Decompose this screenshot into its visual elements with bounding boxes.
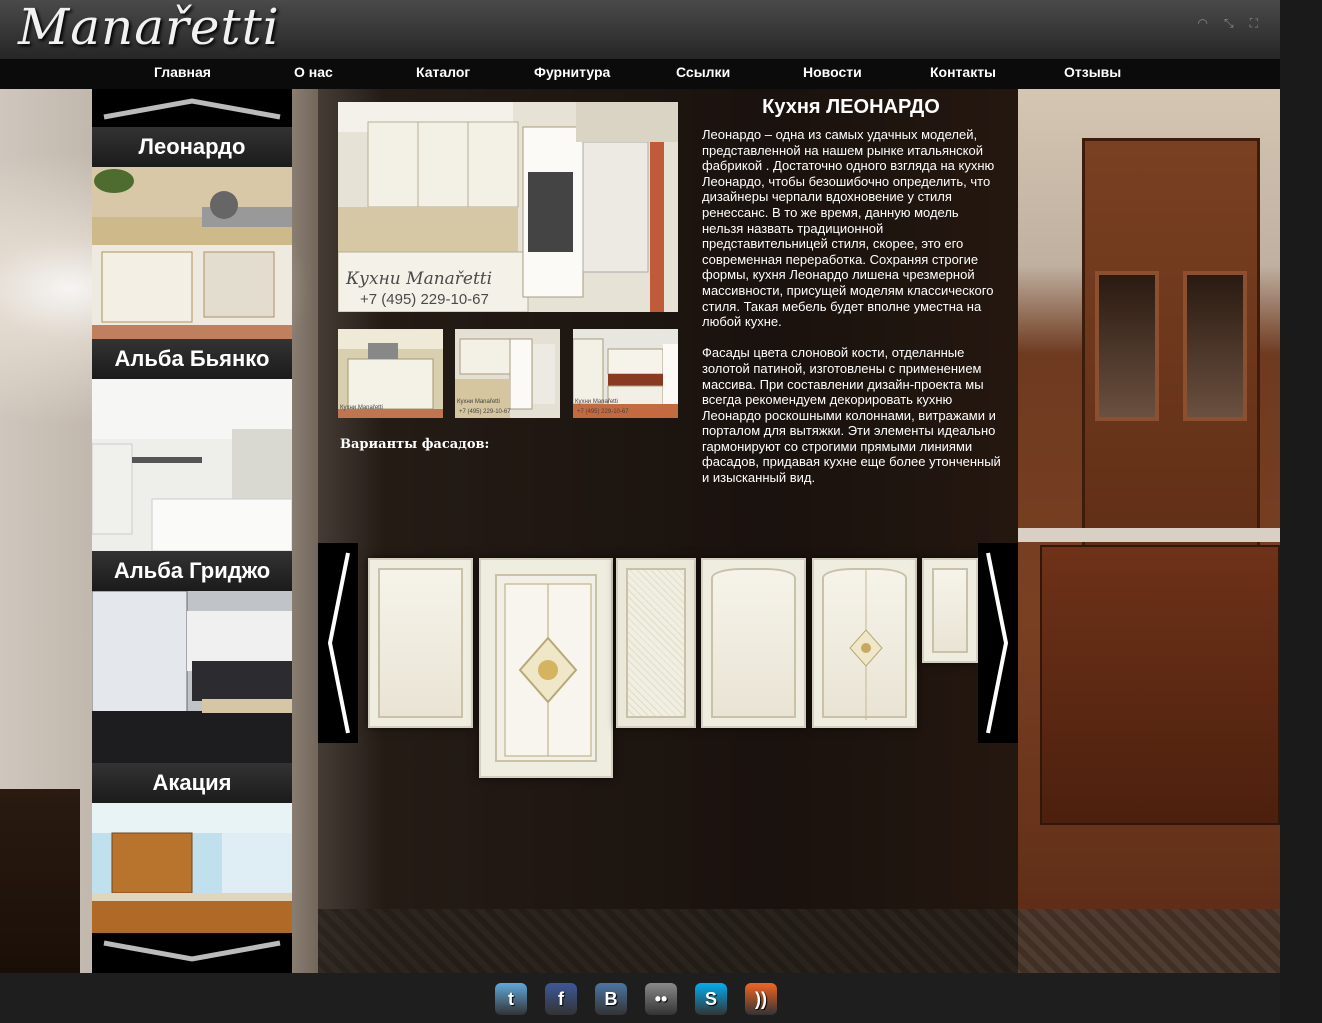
sidebar-thumb-alba-grigio xyxy=(92,591,292,763)
social-glyph: B xyxy=(604,989,618,1009)
facade-variant-5[interactable] xyxy=(812,558,917,728)
facade-panel xyxy=(711,568,796,718)
sidebar-item-leonardo[interactable]: Леонардо xyxy=(92,127,292,339)
facade-panel xyxy=(495,574,597,762)
facade-panel xyxy=(378,568,463,718)
facade-variant-4[interactable] xyxy=(701,558,806,728)
image-watermark: Кухни Manařetti xyxy=(345,269,492,289)
nav-item-links[interactable]: Ссылки xyxy=(676,64,730,80)
sidebar-item-label: Леонардо xyxy=(92,127,292,167)
sidebar-thumb-alba-bianco xyxy=(92,379,292,551)
fullscreen-icon[interactable]: ⛶ xyxy=(1250,16,1258,31)
sidebar-item-alba-grigio[interactable]: Альба Гриджо xyxy=(92,551,292,763)
facade-variant-6[interactable] xyxy=(922,558,978,663)
nav-item-reviews[interactable]: Отзывы xyxy=(1064,64,1121,80)
vk-icon[interactable]: B xyxy=(595,983,627,1015)
social-glyph: t xyxy=(508,989,514,1009)
carousel-prev-button[interactable] xyxy=(318,543,358,743)
description-paragraph: Леонардо – одна из самых удачных моделей… xyxy=(702,127,995,330)
stained-glass-ornament-icon xyxy=(504,583,592,757)
sidebar-item-label: Акация xyxy=(92,763,292,803)
facade-variant-1[interactable] xyxy=(368,558,473,728)
window-controls: ◠ ⤡ ⛶ xyxy=(1198,16,1259,31)
facade-variant-2[interactable] xyxy=(479,558,613,778)
facade-variants-label: Варианты фасадов: xyxy=(340,437,490,452)
twitter-icon[interactable]: t xyxy=(495,983,527,1015)
facade-panel xyxy=(822,568,907,720)
scroll-up-arrow-icon[interactable] xyxy=(92,89,292,129)
product-description: Леонардо – одна из самых удачных моделей… xyxy=(702,127,1002,501)
thumb-watermark: Кухни Manařetti xyxy=(575,399,618,405)
social-glyph: •• xyxy=(654,989,668,1009)
cabinet-glass-right xyxy=(1183,271,1247,421)
background-counter xyxy=(1018,528,1280,542)
thumb-watermark: Кухни Manařetti xyxy=(340,405,383,411)
shrink-icon[interactable]: ⤡ xyxy=(1224,16,1234,31)
nav-item-about[interactable]: О нас xyxy=(294,64,333,80)
description-paragraph: Фасады цвета слоновой кости, отделанные … xyxy=(702,345,1001,486)
cabinet-glass-left xyxy=(1095,271,1159,421)
image-phone: +7 (495) 229-10-67 xyxy=(360,291,489,308)
thumb-watermark: Кухни Manařetti xyxy=(457,399,500,405)
product-thumb-3[interactable]: Кухни Manařetti +7 (495) 229-10-67 xyxy=(573,329,678,418)
sidebar-item-label: Альба Гриджо xyxy=(92,551,292,591)
header: Manařetti ◠ ⤡ ⛶ xyxy=(0,0,1280,59)
carousel-next-button[interactable] xyxy=(978,543,1018,743)
site-logo[interactable]: Manařetti xyxy=(18,0,280,56)
sidebar-thumb-acacia xyxy=(92,803,292,933)
thumb-phone: +7 (495) 229-10-67 xyxy=(459,409,511,415)
skype-icon[interactable]: S xyxy=(695,983,727,1015)
nav-item-contacts[interactable]: Контакты xyxy=(930,64,996,80)
model-sidebar: Леонардо Альба Бьянко Альба Гриджо Акаци… xyxy=(92,89,292,973)
product-main-image[interactable]: Кухни Manařetti +7 (495) 229-10-67 xyxy=(338,102,678,312)
headphones-icon[interactable]: ◠ xyxy=(1198,16,1208,31)
product-title: Кухня ЛЕОНАРДО xyxy=(762,96,940,118)
rss-icon[interactable]: )) xyxy=(745,983,777,1015)
main-nav: Главная О нас Каталог Фурнитура Ссылки Н… xyxy=(0,59,1280,89)
nav-item-home[interactable]: Главная xyxy=(154,64,211,80)
sidebar-thumb-leonardo xyxy=(92,167,292,339)
thumb-phone: +7 (495) 229-10-67 xyxy=(577,409,629,415)
background-lower-cabinet xyxy=(1040,545,1280,825)
social-glyph: )) xyxy=(755,989,767,1009)
nav-item-news[interactable]: Новости xyxy=(803,64,862,80)
sidebar-item-acacia[interactable]: Акация xyxy=(92,763,292,933)
social-glyph: f xyxy=(558,989,564,1009)
nav-item-catalog[interactable]: Каталог xyxy=(416,64,470,80)
sidebar-item-alba-bianco[interactable]: Альба Бьянко xyxy=(92,339,292,551)
flickr-icon[interactable]: •• xyxy=(645,983,677,1015)
background-chair xyxy=(0,789,80,973)
glass-ornament-icon xyxy=(849,570,883,720)
facade-lattice-panel xyxy=(626,568,686,718)
nav-item-hardware[interactable]: Фурнитура xyxy=(534,64,610,80)
facade-variant-3[interactable] xyxy=(616,558,696,728)
facade-panel xyxy=(932,568,968,653)
footer xyxy=(0,973,1280,1023)
sidebar-item-label: Альба Бьянко xyxy=(92,339,292,379)
facebook-icon[interactable]: f xyxy=(545,983,577,1015)
product-thumb-2[interactable]: Кухни Manařetti +7 (495) 229-10-67 xyxy=(455,329,560,418)
product-thumb-1[interactable]: Кухни Manařetti xyxy=(338,329,443,418)
social-glyph: S xyxy=(704,989,717,1009)
scroll-down-arrow-icon[interactable] xyxy=(92,933,292,973)
